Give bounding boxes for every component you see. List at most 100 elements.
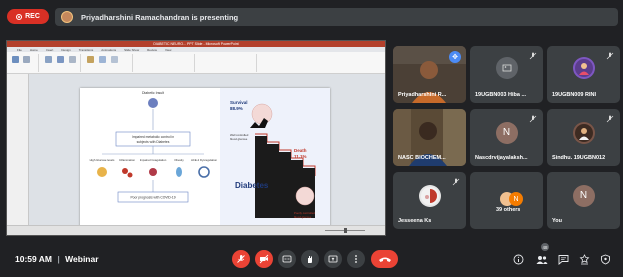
virus-icon: [148, 98, 158, 108]
participant-tile[interactable]: Jesseena Ks: [393, 172, 466, 229]
ppt-workspace: Diabetic Insult Impaired metabolic contr…: [7, 74, 385, 228]
chat-button[interactable]: [556, 252, 570, 266]
ppt-menu-item: Review: [147, 47, 157, 52]
mic-off-icon: [529, 115, 537, 123]
more-vert-icon: [355, 255, 357, 263]
paste-icon: [12, 56, 19, 63]
branch-label: ACE-2 Dysregulation: [191, 158, 218, 162]
death-value: 11.1%: [294, 154, 307, 159]
meeting-name: Webinar: [65, 254, 99, 264]
camera-toggle-button[interactable]: [255, 250, 273, 268]
participant-name: Jesseena Ks: [398, 218, 432, 224]
captions-button[interactable]: [278, 250, 296, 268]
meeting-info: 10:59 AM | Webinar: [15, 254, 99, 264]
participant-name: NASC BIOCHEM...: [398, 155, 446, 161]
people-button[interactable]: [535, 252, 549, 266]
participant-tile[interactable]: 19UGBN009 RINI: [547, 46, 620, 103]
ribbon-group: [9, 54, 39, 72]
participant-avatar: N: [495, 121, 518, 144]
prognosis-text: Poor prognosis with COVID-19: [130, 196, 175, 200]
participant-avatar: [418, 184, 441, 207]
metabolic-line-2: subjects with Diabetes: [137, 140, 170, 144]
slide: Diabetic Insult Impaired metabolic contr…: [80, 88, 330, 228]
mic-off-icon: [606, 115, 614, 123]
death-circle: [295, 186, 315, 206]
participant-name: Priyadharshini R...: [398, 92, 447, 98]
activities-icon: [579, 253, 589, 264]
people-icon: [536, 255, 548, 264]
inflammation-icon: [122, 168, 128, 174]
presenting-banner[interactable]: Priyadharshini Ramachandran is presentin…: [55, 8, 618, 26]
hand-icon: [308, 256, 312, 263]
metabolic-line-1: Impaired metabolic control in: [132, 135, 174, 139]
transition-icon: [99, 56, 106, 63]
coagulation-icon: [149, 168, 157, 176]
participant-name: 19UGBN003 Hiba ...: [475, 92, 527, 98]
captions-icon: [282, 255, 292, 263]
leave-call-button[interactable]: [371, 250, 398, 268]
avatar-letter: N: [579, 190, 588, 201]
participant-tile[interactable]: 19UGBN003 Hiba ...: [470, 46, 543, 103]
layout-icon: [45, 56, 52, 63]
ppt-menu-item: Design: [61, 47, 71, 52]
avatar-photo: [574, 58, 593, 77]
ribbon-group: [41, 54, 81, 72]
meeting-details-button[interactable]: [511, 252, 525, 266]
participant-name: 19UGBN009 RINI: [552, 92, 597, 98]
ppt-menu-item: Insert: [45, 47, 54, 52]
pin-icon[interactable]: ✥: [449, 51, 461, 63]
avatar-letter: N: [502, 127, 511, 138]
ppt-menu-item: File: [17, 47, 22, 52]
separator: |: [57, 254, 60, 264]
participant-avatar: [495, 56, 518, 79]
activities-button[interactable]: [577, 252, 591, 266]
people-count-badge: 48: [541, 243, 549, 251]
ribbon-group: [83, 54, 133, 72]
participant-tile[interactable]: N 39 others: [470, 172, 543, 229]
ppt-menu-item: Slide Show: [124, 47, 140, 52]
poorly-controlled-line-2: blood glucose: [294, 215, 312, 219]
ppt-menu-item: Home: [29, 47, 38, 52]
top-bar: REC Priyadharshini Ramachandran is prese…: [0, 0, 623, 32]
presenting-text: Priyadharshini Ramachandran is presentin…: [81, 12, 239, 22]
ribbon-group: [135, 54, 195, 72]
more-options-button[interactable]: [347, 250, 365, 268]
participant-avatar: N: [572, 184, 595, 207]
bottom-control-bar: 10:59 AM | Webinar 48: [0, 240, 623, 277]
ace2-icon: [198, 166, 210, 178]
participant-avatar: [572, 121, 595, 144]
survival-value: 88.9%: [230, 106, 243, 111]
participant-tile[interactable]: NASC BIOCHEM...: [393, 109, 466, 166]
slide-thumbnails[interactable]: [7, 74, 29, 226]
record-icon: [16, 13, 23, 20]
host-controls-button[interactable]: [598, 252, 612, 266]
participant-tile-self[interactable]: N You: [547, 172, 620, 229]
participant-tile[interactable]: N Nascdrvijayalaksh...: [470, 109, 543, 166]
zoom-slider-knob[interactable]: [344, 228, 347, 233]
mic-toggle-button[interactable]: [232, 250, 250, 268]
others-count: 39 others: [496, 207, 521, 213]
participant-tile[interactable]: ✥ Priyadharshini R...: [393, 46, 466, 103]
ribbon-group: [197, 54, 257, 72]
new-slide-icon: [23, 56, 30, 63]
participant-tile[interactable]: Sindhu. 19UGBN012: [547, 109, 620, 166]
participant-name: Sindhu. 19UGBN012: [552, 155, 606, 161]
present-screen-button[interactable]: [324, 250, 342, 268]
info-icon: [513, 254, 523, 264]
screen-share[interactable]: DIABETIC NEURO... PPT Slide - Microsoft …: [6, 40, 386, 236]
recording-badge: REC: [7, 9, 49, 24]
others-avatar-2: N: [509, 192, 523, 206]
image-icon: [502, 64, 511, 71]
avatar-letter: N: [513, 195, 519, 203]
survival-label: Survival: [230, 100, 248, 105]
ppt-status-bar: [7, 225, 385, 235]
mic-off-icon: [237, 255, 245, 263]
avatar-photo: [574, 123, 593, 142]
phone-hangup-icon: [378, 257, 391, 262]
raise-hand-button[interactable]: [301, 250, 319, 268]
ppt-ribbon: [7, 52, 385, 74]
well-controlled-line-2: blood glucose: [230, 137, 248, 141]
presenter-avatar: [61, 11, 73, 23]
death-label: Death: [294, 148, 307, 153]
camera-off-icon: [259, 254, 269, 264]
